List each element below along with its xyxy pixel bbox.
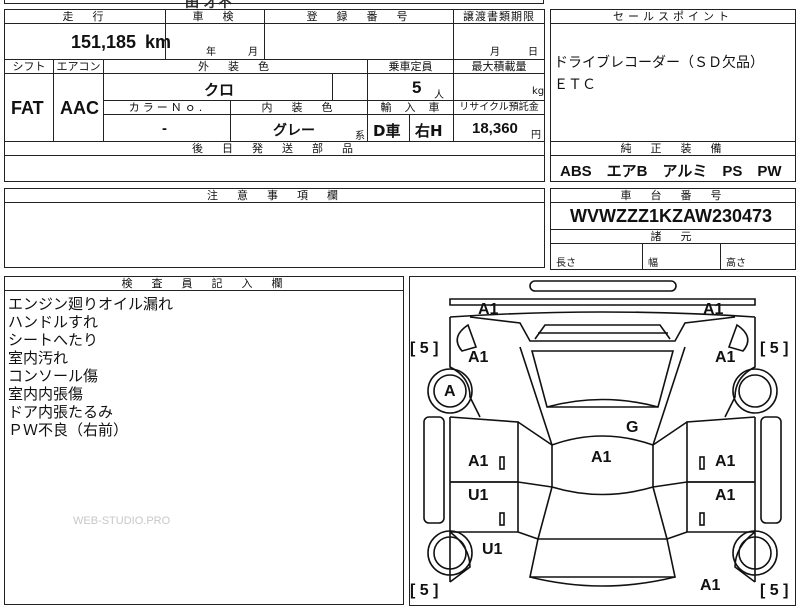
steering-cell: 右H [409,114,454,142]
exterior-color-extra-cell [332,73,368,101]
mark-fender-left: A1 [468,349,489,366]
mark-front-right-top: A1 [703,301,724,318]
max-load-unit: kg [532,86,545,97]
color-no-value: - [162,120,167,137]
recycle-value: 18,360 [472,120,518,137]
dim-length-cell: 長さ [550,243,643,270]
sales-point-1: ドライブレコーダー（ＳＤ欠品） [554,55,764,71]
tire-mark-front-right: [ 5 ] [760,340,789,357]
dim-height-label: 高さ [726,258,746,269]
mark-wheel-rear-left: U1 [482,541,503,558]
chassis-label: 車 台 番 号 [550,188,796,203]
notes-cell [4,202,545,268]
transfer-day: 日 [528,47,538,58]
inspector-label: 検 査 員 記 入 欄 [4,276,404,291]
transfer-label: 譲渡書類期限 [453,9,545,24]
mileage-value: 151,185 [71,32,137,52]
sales-point-label: セールスポイント [550,9,796,24]
later-parts-cell [4,155,545,182]
max-load-cell: kg [453,73,545,101]
genuine-equipment-cell: ABS エアB アルミ PS PW [550,155,796,182]
mileage-label: 走 行 [4,9,166,24]
interior-color-suffix: 系 [355,131,365,142]
dim-height-cell: 高さ [720,243,796,270]
chassis-cell: WVWZZZ1KZAW230473 [550,202,796,230]
import-type-value: D車 [373,122,401,140]
mark-door-rear-right: A1 [715,487,736,504]
inspection-cell: 年 月 [165,23,265,60]
mark-fender-right: A1 [715,349,736,366]
exterior-color-cell: クロ [103,73,333,101]
inspection-year: 年 [206,47,216,58]
genuine-equipment-value: ABS エアB アルミ PS PW [560,163,782,180]
mark-door-front-left: A1 [468,453,489,470]
mark-rear-right: A1 [700,577,721,594]
steering-value: 右H [415,122,443,140]
car-diagram-frame: A1 A1 A1 A1 A G A1 A1 A1 U1 A1 U1 A1 [409,276,796,606]
dimensions-label: 諸 元 [550,229,796,244]
top-strip [4,0,544,4]
shift-label: シフト [4,59,54,74]
tire-mark-front-left: [ 5 ] [410,340,439,357]
dim-width-label: 幅 [648,258,658,269]
max-load-label: 最大積載量 [453,59,545,74]
inspector-note-8: ＰＷ不良（右前） [8,421,129,439]
exterior-color-value: クロ [204,81,235,99]
mark-front-left-top: A1 [478,301,499,318]
tire-mark-rear-left: [ 5 ] [410,582,439,599]
mark-door-front-right: A1 [715,453,736,470]
mark-roof: A1 [591,449,612,466]
reg-number-label: 登 録 番 号 [264,9,454,24]
inspection-month: 月 [248,47,258,58]
exterior-color-label: 外 装 色 [103,59,368,74]
sales-point-2: ＥＴＣ [554,77,596,93]
later-parts-label: 後 日 発 送 部 品 [4,141,545,156]
color-no-label: カラーＮｏ. [103,100,231,115]
reg-number-cell [264,23,454,60]
car-diagram [423,280,782,587]
import-type-cell: D車 [367,114,410,142]
mark-windshield: G [626,419,639,436]
aircon-value: AAC [60,98,99,118]
interior-color-label: 内 装 色 [230,100,368,115]
transfer-month: 月 [490,47,500,58]
recycle-unit: 円 [531,130,541,141]
interior-color-value: グレー [273,123,315,139]
inspection-label: 車 検 [165,9,265,24]
capacity-unit: 人 [434,90,444,101]
mark-wheel-front-left: A [444,383,456,400]
capacity-cell: 5 人 [367,73,454,101]
shift-cell: FAT [4,73,54,142]
aircon-cell: AAC [53,73,104,142]
genuine-equipment-label: 純 正 装 備 [550,141,796,156]
recycle-cell: 18,360 円 [453,114,545,142]
mileage-cell: 151,185 km [4,23,171,60]
transfer-cell: 月 日 [453,23,545,60]
watermark: WEB-STUDIO.PRO [73,515,171,527]
capacity-value: 5 [412,78,422,97]
interior-color-cell: グレー 系 [230,114,368,142]
chassis-number: WVWZZZ1KZAW230473 [570,206,773,226]
color-no-cell: - [103,114,231,142]
dim-length-label: 長さ [556,258,576,269]
mark-door-rear-left: U1 [468,487,489,504]
inspector-cell: エンジン廻りオイル漏れ ハンドルすれ シートへたり 室内汚れ コンソール傷 室内… [4,290,404,605]
aircon-label: エアコン [53,59,104,74]
shift-value: FAT [11,98,44,118]
dim-width-cell: 幅 [642,243,721,270]
recycle-label: リサイクル預託金 [453,100,545,115]
capacity-label: 乗車定員 [367,59,454,74]
tire-mark-rear-right: [ 5 ] [760,582,789,599]
sales-point-cell: ドライブレコーダー（ＳＤ欠品） ＥＴＣ [550,23,796,142]
notes-label: 注 意 事 項 欄 [4,188,545,203]
import-label: 輸 入 車 [367,100,454,115]
